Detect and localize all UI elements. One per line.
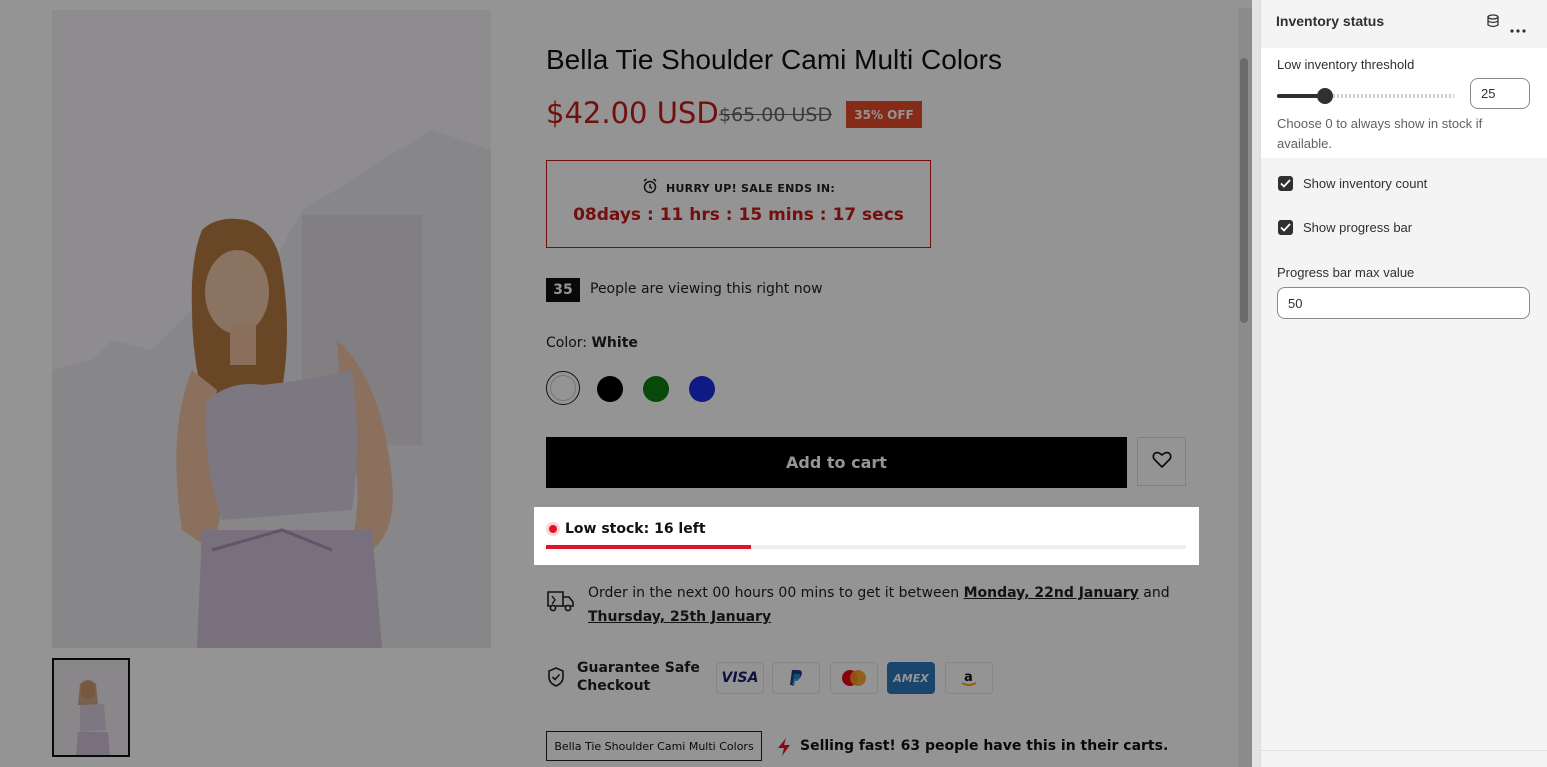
threshold-help: Choose 0 to always show in stock if avai… <box>1277 116 1483 151</box>
panel-title: Inventory status <box>1276 13 1385 29</box>
settings-panel: Inventory status Low inventory threshold… <box>1260 0 1547 767</box>
low-stock-block: Low stock: 16 left <box>534 507 1199 565</box>
viewers-text: People are viewing this right now <box>590 281 823 297</box>
progress-max-input[interactable]: 50 <box>1277 287 1530 319</box>
alarm-clock-icon <box>642 178 658 198</box>
selected-color: White <box>591 335 638 351</box>
color-label-row: Color: White <box>546 335 638 351</box>
preview-scroll-thumb[interactable] <box>1240 58 1248 323</box>
countdown-label: HURRY UP! SALE ENDS IN: <box>665 181 836 195</box>
safe-checkout-label: Guarantee Safe Checkout <box>577 659 700 695</box>
show-inventory-count-checkbox[interactable] <box>1278 176 1293 191</box>
compare-price: $65.00 USD <box>719 104 833 126</box>
safe-checkout-line1: Guarantee Safe <box>577 660 700 676</box>
amex-icon: AMEX <box>887 662 935 694</box>
color-label: Color: <box>546 335 588 351</box>
color-swatch-blue[interactable] <box>689 376 715 402</box>
add-to-cart-button[interactable]: Add to cart <box>546 437 1127 488</box>
show-progress-bar-row[interactable]: Show progress bar <box>1278 220 1412 235</box>
color-swatch-black[interactable] <box>597 376 623 402</box>
threshold-input[interactable]: 25 <box>1470 78 1530 109</box>
safe-checkout-line2: Checkout <box>577 678 651 694</box>
database-icon[interactable] <box>1486 13 1500 32</box>
color-swatch-white[interactable] <box>546 371 580 405</box>
show-progress-bar-label: Show progress bar <box>1303 220 1413 235</box>
sale-countdown: HURRY UP! SALE ENDS IN: 08days : 11 hrs … <box>546 160 931 248</box>
discount-badge: 35% OFF <box>846 101 922 128</box>
delivery-prefix: Order in the next 00 hours 00 mins to ge… <box>588 585 960 601</box>
threshold-slider[interactable] <box>1277 88 1454 104</box>
threshold-label: Low inventory threshold <box>1277 57 1415 72</box>
stock-progress-fill <box>546 545 751 549</box>
delivery-message: Order in the next 00 hours 00 mins to ge… <box>588 581 1188 629</box>
delivery-date-end: Thursday, 25th January <box>588 609 772 625</box>
slider-thumb[interactable] <box>1316 88 1333 104</box>
visa-icon: VISA <box>716 662 764 694</box>
stock-dot-icon <box>546 522 560 536</box>
threshold-setting: Low inventory threshold 25 Choose 0 to a… <box>1261 48 1547 158</box>
delivery-truck-icon <box>546 588 576 618</box>
sticky-product-button[interactable]: Bella Tie Shoulder Cami Multi Colors <box>546 731 762 761</box>
viewer-count-badge: 35 <box>546 278 580 302</box>
panel-bottom-divider <box>1261 750 1547 751</box>
more-options-icon[interactable] <box>1510 18 1526 37</box>
low-stock-label: Low stock: 16 left <box>565 521 706 537</box>
product-thumbnail[interactable] <box>52 658 130 757</box>
show-inventory-count-label: Show inventory count <box>1303 176 1428 191</box>
amazon-icon: a <box>945 662 993 694</box>
stock-progress-track <box>546 545 1186 549</box>
heart-icon <box>1151 451 1172 473</box>
lightning-icon <box>776 737 792 761</box>
show-progress-bar-checkbox[interactable] <box>1278 220 1293 235</box>
shield-check-icon <box>547 667 565 691</box>
color-swatch-green[interactable] <box>643 376 669 402</box>
countdown-timer: 08days : 11 hrs : 15 mins : 17 secs <box>573 205 904 225</box>
product-title: Bella Tie Shoulder Cami Multi Colors <box>546 44 1002 75</box>
mastercard-icon <box>830 662 878 694</box>
svg-text:a: a <box>964 670 973 685</box>
delivery-and: and <box>1143 585 1170 601</box>
show-inventory-count-row[interactable]: Show inventory count <box>1278 176 1427 191</box>
delivery-date-start: Monday, 22nd January <box>963 585 1139 601</box>
selling-fast-text: Selling fast! 63 people have this in the… <box>800 738 1169 754</box>
product-price: $42.00 USD <box>546 96 719 130</box>
store-preview: Bella Tie Shoulder Cami Multi Colors $42… <box>0 0 1252 767</box>
wishlist-button[interactable] <box>1137 437 1186 486</box>
progress-max-label: Progress bar max value <box>1277 265 1415 280</box>
product-main-image[interactable] <box>52 10 491 648</box>
paypal-icon <box>772 662 820 694</box>
